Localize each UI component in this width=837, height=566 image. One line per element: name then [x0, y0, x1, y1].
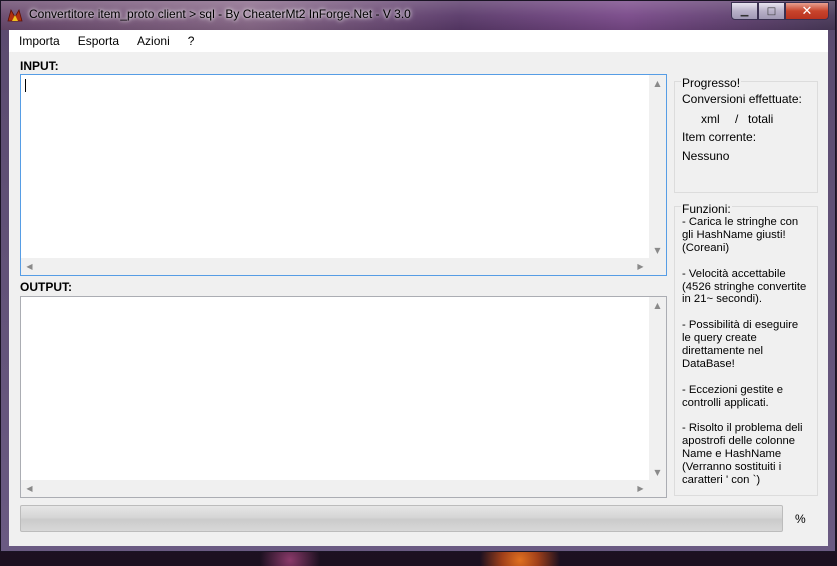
- menu-esporta[interactable]: Esporta: [69, 30, 128, 52]
- input-label: INPUT:: [20, 59, 59, 73]
- maximize-icon: □: [766, 5, 777, 17]
- text-caret: [25, 79, 26, 92]
- scroll-left-icon[interactable]: ◀: [21, 480, 38, 497]
- scroll-left-icon[interactable]: ◀: [21, 258, 38, 275]
- maximize-button[interactable]: □: [758, 2, 785, 20]
- function-item: - Velocità accettabile (4526 stringhe co…: [682, 267, 807, 306]
- input-horizontal-scrollbar[interactable]: ◀ ▶: [21, 258, 649, 275]
- minimize-icon: ▁: [740, 5, 749, 17]
- function-item: - Carica le stringhe con gli HashName gi…: [682, 216, 799, 254]
- count-separator: /: [735, 112, 739, 126]
- scroll-up-icon[interactable]: ▲: [649, 75, 666, 92]
- close-icon: ✕: [801, 3, 813, 19]
- minimize-button[interactable]: ▁: [731, 2, 758, 20]
- conversion-progress-bar: [20, 505, 783, 532]
- scroll-right-icon[interactable]: ▶: [632, 258, 649, 275]
- current-item-label: Item corrente:: [682, 130, 757, 144]
- output-vertical-scrollbar[interactable]: ▲ ▼: [649, 297, 666, 481]
- input-vertical-scrollbar[interactable]: ▲ ▼: [649, 75, 666, 259]
- close-button[interactable]: ✕: [785, 2, 829, 20]
- scroll-corner: [649, 258, 666, 275]
- input-textarea[interactable]: ▲ ▼ ◀ ▶: [20, 74, 667, 276]
- scroll-down-icon[interactable]: ▼: [649, 464, 666, 481]
- functions-list: - Carica le stringhe con gli HashName gi…: [682, 216, 810, 500]
- app-window: Convertitore item_proto client > sql - B…: [0, 0, 836, 552]
- function-item: - Possibilità di eseguire le query creat…: [682, 319, 799, 370]
- scroll-corner: [649, 480, 666, 497]
- conversions-label: Conversioni effettuate:: [682, 92, 802, 106]
- menu-importa[interactable]: Importa: [9, 30, 69, 52]
- title-bar[interactable]: Convertitore item_proto client > sql - B…: [1, 1, 835, 30]
- output-label: OUTPUT:: [20, 280, 72, 294]
- current-item-value: Nessuno: [682, 149, 730, 163]
- caption-buttons: ▁ □ ✕: [731, 2, 829, 20]
- menu-azioni[interactable]: Azioni: [128, 30, 179, 52]
- function-item: - Risolto il problema deli apostrofi del…: [682, 422, 803, 487]
- app-icon: [7, 8, 23, 22]
- menu-help[interactable]: ?: [179, 30, 204, 52]
- scroll-right-icon[interactable]: ▶: [632, 480, 649, 497]
- total-count-label: totali: [748, 112, 774, 126]
- percent-label: %: [795, 512, 806, 526]
- scroll-up-icon[interactable]: ▲: [649, 297, 666, 314]
- function-item: - Eccezioni gestite e controlli applicat…: [682, 383, 784, 409]
- menu-bar: Importa Esporta Azioni ?: [9, 30, 828, 52]
- functions-group: Funzioni: - Carica le stringhe con gli H…: [674, 202, 818, 496]
- progress-group-title: Progresso!: [681, 76, 742, 90]
- client-area: Importa Esporta Azioni ? INPUT: ▲ ▼ ◀ ▶ …: [9, 30, 828, 546]
- functions-group-title: Funzioni:: [681, 202, 732, 216]
- output-horizontal-scrollbar[interactable]: ◀ ▶: [21, 480, 649, 497]
- scroll-down-icon[interactable]: ▼: [649, 242, 666, 259]
- xml-count-label: xml: [701, 112, 720, 126]
- window-title: Convertitore item_proto client > sql - B…: [29, 7, 411, 21]
- output-textarea[interactable]: ▲ ▼ ◀ ▶: [20, 296, 667, 498]
- progress-group: Progresso! Conversioni effettuate: xml /…: [674, 76, 818, 193]
